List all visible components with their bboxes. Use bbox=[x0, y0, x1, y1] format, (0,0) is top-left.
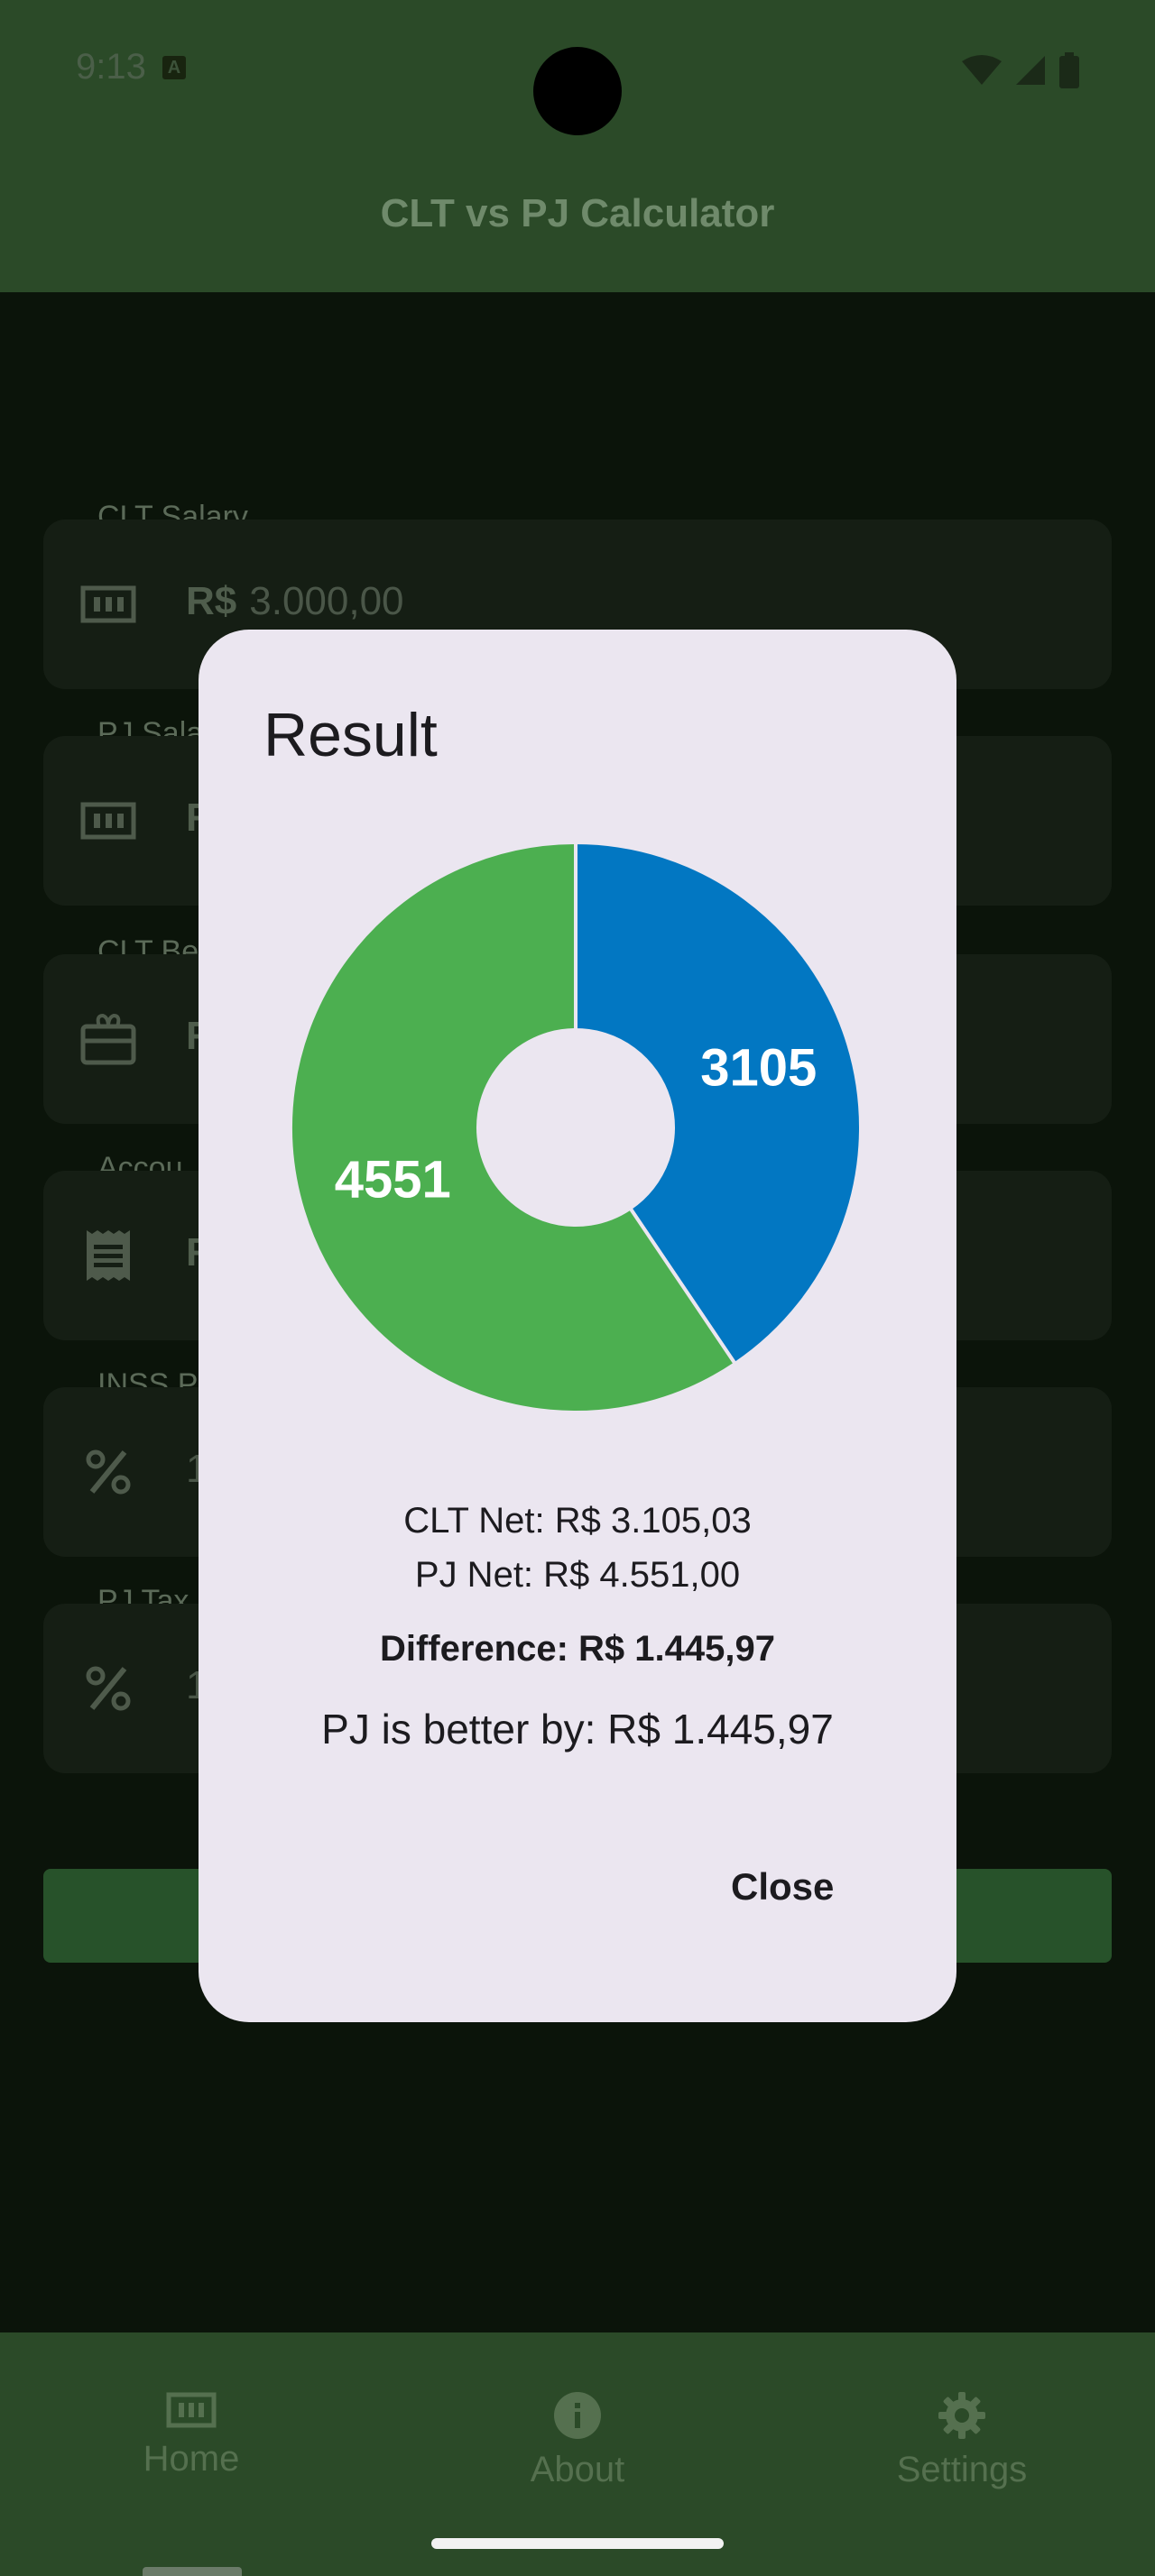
camera-cutout bbox=[533, 47, 622, 135]
receipt-icon bbox=[87, 1230, 130, 1281]
gear-icon bbox=[938, 2392, 985, 2439]
money-icon bbox=[80, 585, 136, 623]
nav-item-home[interactable]: Home bbox=[56, 2390, 327, 2479]
nav-item-about[interactable]: About bbox=[442, 2390, 713, 2490]
clt-salary-value: 3.000,00 bbox=[249, 579, 404, 623]
donut-label-pj-net: 4551 bbox=[335, 1150, 451, 1209]
nav-item-settings[interactable]: Settings bbox=[827, 2390, 1097, 2490]
result-dialog: Result 3105 4551 CLT Net: R$ 3.105,03 PJ … bbox=[199, 630, 956, 2022]
close-button[interactable]: Close bbox=[731, 1865, 834, 1909]
status-icons bbox=[962, 52, 1079, 88]
dialog-title: Result bbox=[263, 701, 438, 769]
wifi-icon bbox=[962, 55, 1002, 85]
percent-icon bbox=[86, 1666, 131, 1711]
status-time: 9:13 bbox=[76, 47, 146, 87]
result-donut-chart: 3105 4551 bbox=[289, 840, 863, 1414]
currency-prefix: R$ bbox=[186, 579, 237, 623]
difference-text: Difference: R$ 1.445,97 bbox=[379, 1629, 775, 1669]
donut-label-clt-net: 3105 bbox=[700, 1038, 817, 1097]
nav-label-home: Home bbox=[143, 2439, 240, 2479]
battery-icon bbox=[1059, 52, 1079, 88]
money-icon bbox=[166, 2392, 217, 2428]
clt-net-text: CLT Net: R$ 3.105,03 bbox=[403, 1501, 752, 1541]
nav-indicator bbox=[143, 2567, 242, 2576]
pj-net-text: PJ Net: R$ 4.551,00 bbox=[414, 1555, 741, 1595]
info-icon bbox=[554, 2392, 601, 2439]
signal-icon bbox=[1016, 56, 1045, 85]
nav-label-settings: Settings bbox=[896, 2450, 1028, 2489]
notification-icon: A bbox=[162, 56, 186, 79]
gesture-bar[interactable] bbox=[431, 2538, 724, 2549]
verdict-text: PJ is better by: R$ 1.445,97 bbox=[321, 1706, 834, 1753]
money-icon bbox=[80, 802, 136, 840]
gift-card-icon bbox=[80, 1013, 136, 1065]
nav-label-about: About bbox=[530, 2450, 625, 2489]
app-title: CLT vs PJ Calculator bbox=[380, 191, 775, 235]
percent-icon bbox=[86, 1449, 131, 1495]
